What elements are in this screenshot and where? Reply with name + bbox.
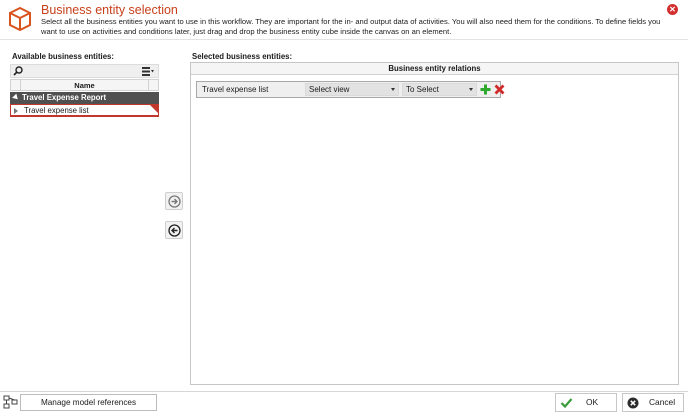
arrow-right-circle-icon bbox=[168, 195, 181, 208]
cancel-button[interactable]: Cancel bbox=[622, 393, 684, 412]
collapse-icon[interactable] bbox=[12, 93, 20, 102]
manage-model-references-button[interactable]: Manage model references bbox=[20, 394, 157, 411]
name-column-header[interactable]: Name bbox=[21, 81, 148, 90]
cube-icon bbox=[9, 6, 31, 32]
item-label: Travel expense list bbox=[24, 106, 89, 115]
entities-grid-header: Name bbox=[10, 79, 159, 91]
target-dropdown[interactable]: To Select bbox=[402, 83, 477, 96]
search-bar[interactable] bbox=[10, 64, 159, 78]
select-column bbox=[11, 80, 21, 90]
dialog-footer: Manage model references OK Cancel bbox=[0, 391, 688, 412]
chevron-down-icon bbox=[391, 88, 395, 91]
group-row-travel-expense-report[interactable]: Travel Expense Report bbox=[10, 92, 159, 104]
cancel-circle-icon bbox=[627, 397, 639, 409]
x-icon[interactable] bbox=[494, 84, 505, 95]
ok-button[interactable]: OK bbox=[555, 393, 617, 412]
dialog-title: Business entity selection bbox=[41, 3, 178, 17]
add-to-selected-button[interactable] bbox=[165, 192, 183, 210]
ok-label: OK bbox=[586, 397, 599, 407]
plus-icon[interactable] bbox=[480, 84, 491, 95]
available-entities-label: Available business entities: bbox=[12, 52, 114, 61]
selected-corner-marker bbox=[150, 105, 158, 113]
dialog-description: Select all the business entities you wan… bbox=[41, 17, 661, 36]
cancel-label: Cancel bbox=[649, 397, 676, 407]
header-tail bbox=[148, 80, 158, 90]
dialog-header: Business entity selection Select all the… bbox=[0, 0, 688, 40]
relations-header: Business entity relations bbox=[191, 63, 678, 75]
close-icon[interactable]: ✕ bbox=[667, 4, 678, 15]
target-dropdown-value: To Select bbox=[406, 85, 439, 94]
selected-entities-panel: Business entity relations Travel expense… bbox=[190, 62, 679, 385]
search-icon[interactable] bbox=[13, 66, 23, 76]
list-item-travel-expense-list[interactable]: Travel expense list bbox=[10, 104, 159, 117]
remove-from-selected-button[interactable] bbox=[165, 221, 183, 239]
checkmark-icon bbox=[560, 398, 573, 409]
filter-icon[interactable] bbox=[141, 66, 155, 77]
arrow-left-circle-icon bbox=[168, 224, 181, 237]
model-references-icon bbox=[3, 395, 18, 409]
view-dropdown[interactable]: Select view bbox=[305, 83, 399, 96]
selected-entities-label: Selected business entities: bbox=[192, 52, 293, 61]
row-indicator-icon bbox=[14, 108, 18, 114]
group-label: Travel Expense Report bbox=[22, 93, 107, 102]
chevron-down-icon bbox=[469, 88, 473, 91]
relation-row: Travel expense list Select view To Selec… bbox=[196, 81, 505, 98]
view-dropdown-value: Select view bbox=[309, 85, 350, 94]
available-entities-panel: Name Travel Expense Report Travel expens… bbox=[8, 62, 161, 388]
relation-entity-name: Travel expense list bbox=[202, 85, 269, 94]
